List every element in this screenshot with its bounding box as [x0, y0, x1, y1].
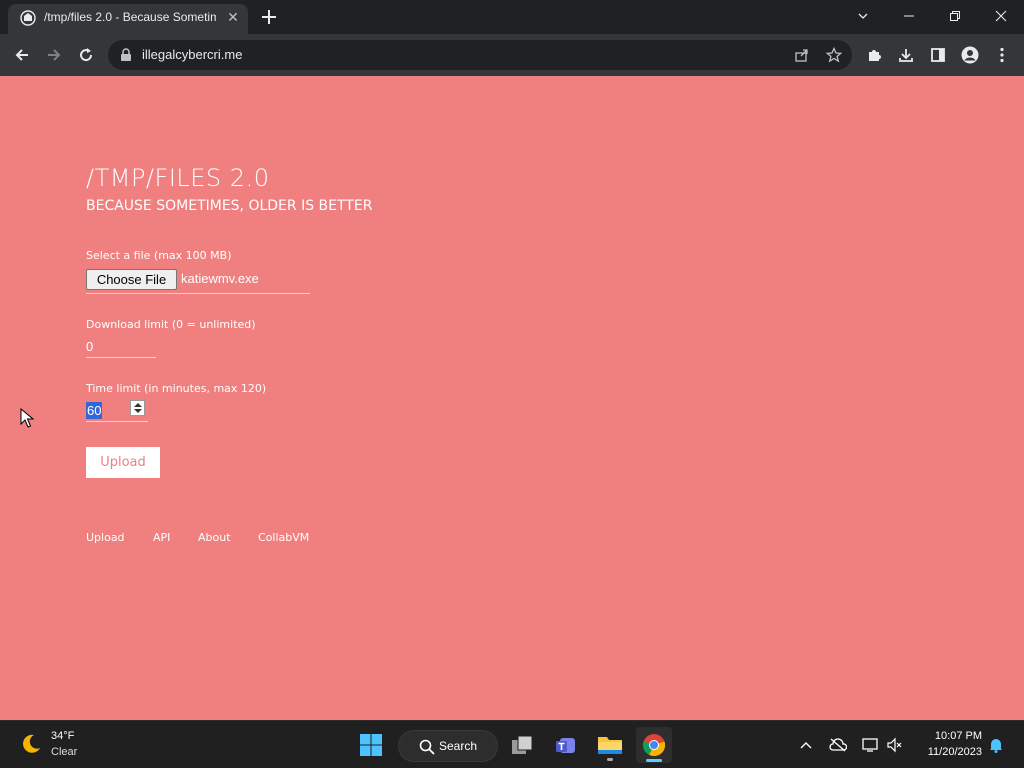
search-icon: [419, 739, 435, 755]
page-content: /TMP/FILES 2.0 BECAUSE SOMETIMES, OLDER …: [0, 76, 1024, 720]
new-tab-plus-icon[interactable]: [258, 6, 280, 28]
time-limit-label: Time limit (in minutes, max 120): [86, 382, 267, 395]
site-subtitle: BECAUSE SOMETIMES, OLDER IS BETTER: [86, 198, 373, 214]
restore-icon[interactable]: [932, 0, 978, 32]
volume-muted-icon[interactable]: [886, 736, 904, 754]
file-input[interactable]: Choose File katiewmv.exe: [86, 268, 310, 294]
tab-close-icon[interactable]: ✕: [224, 9, 242, 27]
bookmark-star-icon[interactable]: [824, 45, 844, 65]
task-view-icon[interactable]: [504, 727, 540, 763]
weather-temperature[interactable]: 34°F: [51, 730, 74, 742]
lock-icon[interactable]: [120, 48, 132, 62]
browser-toolbar: illegalcybercri.me: [0, 34, 1024, 76]
time-limit-input[interactable]: 60: [86, 400, 148, 422]
active-indicator: [646, 759, 662, 762]
upload-button[interactable]: Upload: [86, 447, 160, 478]
back-arrow-icon[interactable]: [8, 41, 36, 69]
search-label: Search: [439, 739, 478, 753]
network-monitor-icon[interactable]: [861, 736, 879, 754]
footer-link-collabvm[interactable]: CollabVM: [258, 531, 309, 544]
kebab-menu-icon[interactable]: [992, 45, 1012, 65]
running-indicator: [607, 758, 613, 761]
download-icon[interactable]: [896, 45, 916, 65]
download-limit-label: Download limit (0 = unlimited): [86, 318, 256, 331]
download-limit-value: 0: [86, 339, 94, 354]
clock-time[interactable]: 10:07 PM: [920, 730, 982, 742]
mouse-cursor-icon: [20, 408, 34, 428]
clock-date[interactable]: 11/20/2023: [912, 746, 982, 758]
chevron-up-icon[interactable]: [797, 736, 815, 754]
side-panel-icon[interactable]: [928, 45, 948, 65]
spinner-up-icon[interactable]: [133, 403, 142, 407]
notification-bell-icon[interactable]: [987, 736, 1005, 754]
address-bar[interactable]: illegalcybercri.me: [108, 40, 852, 70]
footer-link-upload[interactable]: Upload: [86, 531, 125, 544]
file-explorer-icon[interactable]: [592, 727, 628, 763]
tab-search-chevron-icon[interactable]: [840, 0, 886, 32]
windows-taskbar: 34°F Clear Search 10:07 PM 11/20/2023: [0, 720, 1024, 768]
teams-icon[interactable]: [548, 727, 584, 763]
reload-icon[interactable]: [72, 41, 100, 69]
footer-link-about[interactable]: About: [198, 531, 231, 544]
browser-tab-bar: /tmp/files 2.0 - Because Sometimes, Olde…: [0, 0, 1024, 34]
site-favicon-icon: [20, 10, 36, 26]
chrome-taskbar-icon[interactable]: [636, 727, 672, 763]
profile-avatar-icon[interactable]: [960, 45, 980, 65]
time-limit-spinner[interactable]: [130, 400, 145, 416]
selected-file-name: katiewmv.exe: [181, 271, 259, 286]
moon-weather-icon[interactable]: [20, 733, 42, 755]
file-label: Select a file (max 100 MB): [86, 249, 232, 262]
close-window-icon[interactable]: [978, 0, 1024, 32]
choose-file-button[interactable]: Choose File: [86, 269, 177, 290]
url-text[interactable]: illegalcybercri.me: [142, 47, 242, 62]
taskbar-search-button[interactable]: Search: [398, 730, 498, 762]
extensions-puzzle-icon[interactable]: [864, 45, 884, 65]
minimize-icon[interactable]: [886, 0, 932, 32]
site-title: /TMP/FILES 2.0: [86, 164, 270, 192]
footer-link-api[interactable]: API: [153, 531, 170, 544]
weather-condition[interactable]: Clear: [51, 746, 77, 758]
start-windows-icon[interactable]: [353, 727, 389, 763]
browser-tab-active[interactable]: /tmp/files 2.0 - Because Sometimes, Olde…: [8, 4, 248, 34]
forward-arrow-icon[interactable]: [40, 41, 68, 69]
download-limit-input[interactable]: 0: [86, 336, 156, 358]
share-icon[interactable]: [792, 45, 812, 65]
spinner-down-icon[interactable]: [133, 409, 142, 413]
time-limit-value: 60: [86, 402, 103, 419]
tab-title: /tmp/files 2.0 - Because Sometimes, Olde…: [44, 10, 216, 24]
onedrive-cloud-icon[interactable]: [829, 736, 847, 754]
